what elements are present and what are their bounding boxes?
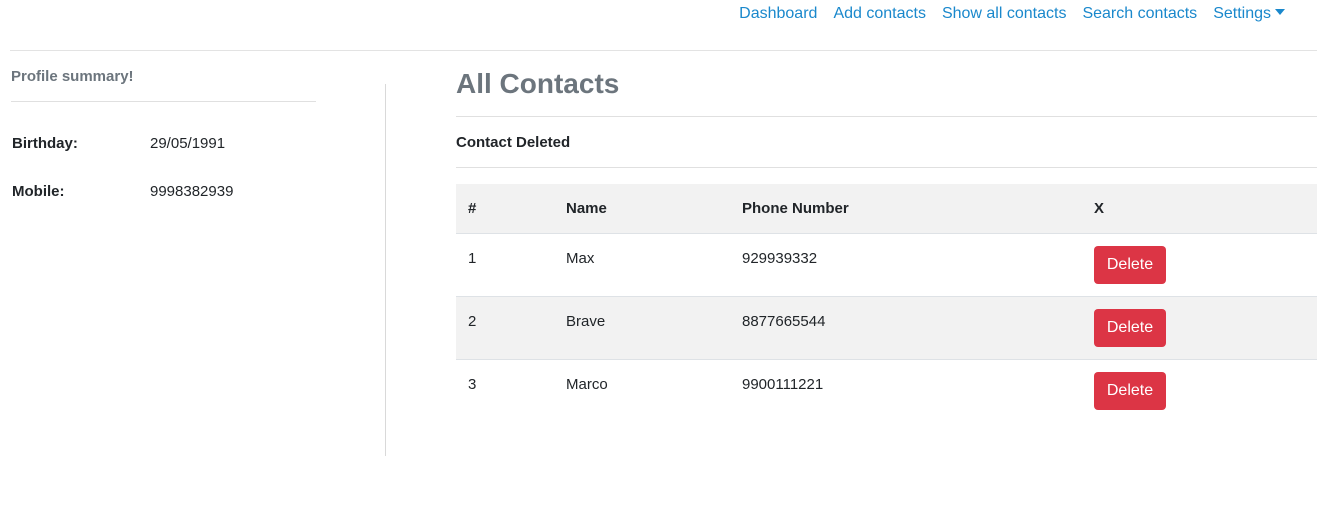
- caret-down-icon: [1275, 9, 1285, 15]
- profile-sidebar: Profile summary!: [11, 68, 316, 102]
- contacts-table: # Name Phone Number X 1 Max 929939332 De…: [456, 184, 1317, 422]
- nav-dashboard-link[interactable]: Dashboard: [739, 5, 817, 23]
- header-action: X: [1094, 199, 1105, 217]
- mobile-value: 9998382939: [150, 183, 234, 200]
- column-divider: [385, 84, 386, 456]
- navbar-divider: [10, 50, 1317, 51]
- table-header-row: # Name Phone Number X: [456, 184, 1317, 233]
- table-row: 1 Max 929939332 Delete: [456, 232, 1317, 296]
- row-phone: 929939332: [730, 232, 1082, 296]
- delete-button[interactable]: Delete: [1094, 371, 1166, 410]
- row-action-cell: Delete: [1082, 232, 1317, 296]
- row-name: Max: [554, 232, 730, 296]
- nav-show-all-contacts-link[interactable]: Show all contacts: [942, 5, 1067, 23]
- row-phone: 9900111221: [730, 358, 1082, 422]
- birthday-label: Birthday:: [12, 135, 78, 152]
- mobile-label: Mobile:: [12, 183, 65, 200]
- page-title: All Contacts: [456, 68, 620, 99]
- row-number: 2: [456, 295, 554, 359]
- status-message: Contact Deleted: [456, 134, 571, 151]
- row-number: 1: [456, 232, 554, 296]
- row-action-cell: Delete: [1082, 358, 1317, 422]
- row-name: Brave: [554, 295, 730, 359]
- birthday-value: 29/05/1991: [150, 135, 226, 152]
- nav-settings-dropdown[interactable]: Settings: [1213, 5, 1285, 23]
- delete-button[interactable]: Delete: [1094, 245, 1166, 284]
- row-number: 3: [456, 358, 554, 422]
- header-phone-number: Phone Number: [742, 199, 849, 217]
- header-name: Name: [566, 199, 607, 217]
- main-content: All Contacts Contact Deleted # Name Phon…: [456, 68, 1317, 422]
- row-name: Marco: [554, 358, 730, 422]
- status-divider: [456, 167, 1317, 168]
- header-number: #: [468, 199, 477, 217]
- nav-add-contacts-link[interactable]: Add contacts: [833, 5, 926, 23]
- table-row: 2 Brave 8877665544 Delete: [456, 295, 1317, 359]
- nav-search-contacts-link[interactable]: Search contacts: [1082, 5, 1197, 23]
- row-phone: 8877665544: [730, 295, 1082, 359]
- row-action-cell: Delete: [1082, 295, 1317, 359]
- table-row: 3 Marco 9900111221 Delete: [456, 358, 1317, 422]
- nav-settings-label: Settings: [1213, 5, 1271, 22]
- profile-summary-title: Profile summary!: [11, 68, 134, 85]
- navbar: Dashboard Add contacts Show all contacts…: [0, 0, 1319, 32]
- nav-links: Dashboard Add contacts Show all contacts…: [739, 5, 1285, 23]
- delete-button[interactable]: Delete: [1094, 308, 1166, 347]
- sidebar-divider: [11, 101, 316, 102]
